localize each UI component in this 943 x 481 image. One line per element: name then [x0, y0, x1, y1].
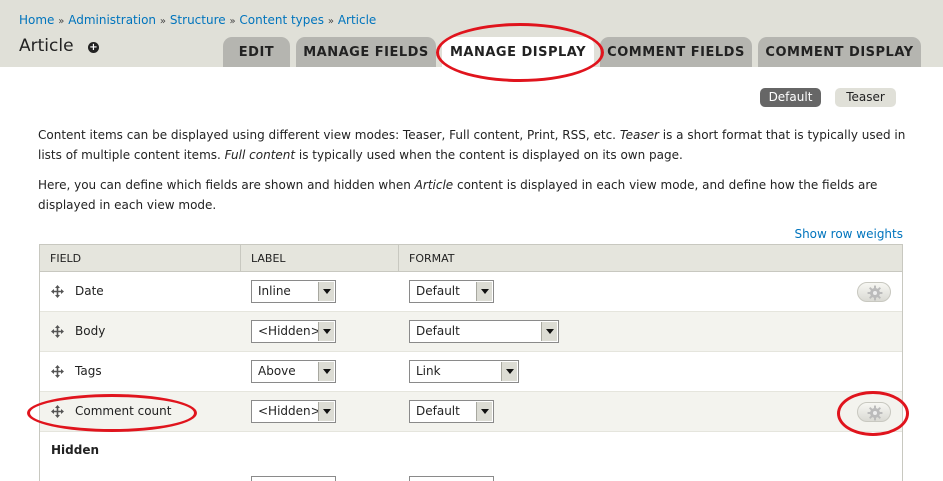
field-display-table: FIELD LABEL FORMAT Date Inline Default B…	[39, 244, 903, 481]
breadcrumb-separator: »	[229, 16, 236, 27]
settings-gear-button[interactable]	[857, 402, 891, 422]
chevron-down-icon	[501, 362, 517, 381]
breadcrumb-administration[interactable]: Administration	[68, 13, 156, 27]
select-value: Inline	[258, 284, 291, 298]
drag-handle-icon[interactable]	[51, 365, 64, 378]
column-header-label: LABEL	[240, 245, 398, 272]
chevron-down-icon	[318, 282, 334, 301]
gear-icon	[867, 405, 883, 421]
breadcrumb-separator: »	[159, 16, 166, 27]
chevron-down-icon	[318, 322, 334, 341]
format-select[interactable]	[409, 476, 494, 481]
description-emphasis: Teaser	[619, 128, 659, 142]
column-header-field: FIELD	[50, 252, 82, 265]
tab-edit[interactable]: EDIT	[223, 37, 290, 67]
format-select[interactable]: Default	[409, 280, 494, 303]
drag-handle-icon[interactable]	[51, 285, 64, 298]
description-emphasis: Full content	[224, 148, 296, 162]
field-name: Body	[75, 324, 106, 338]
select-value: Link	[416, 364, 441, 378]
field-name: Tags	[75, 364, 102, 378]
table-row: Body <Hidden> Default	[40, 312, 902, 352]
page-header: Home » Administration » Structure » Cont…	[0, 0, 943, 67]
breadcrumb: Home » Administration » Structure » Cont…	[19, 13, 376, 27]
show-row-weights-link[interactable]: Show row weights	[794, 227, 903, 241]
select-value: <Hidden>	[258, 404, 321, 418]
description-text: is typically used when the content is di…	[295, 148, 683, 162]
tab-manage-display[interactable]: MANAGE DISPLAY	[442, 37, 594, 67]
description-paragraph-2: Here, you can define which fields are sh…	[38, 175, 908, 215]
gear-icon	[867, 285, 883, 301]
chevron-down-icon	[476, 282, 492, 301]
breadcrumb-separator: »	[327, 16, 334, 27]
breadcrumb-separator: »	[58, 16, 65, 27]
view-mode-default[interactable]: Default	[760, 88, 821, 107]
label-select[interactable]: <Hidden>	[251, 400, 336, 423]
description-text: Content items can be displayed using dif…	[38, 128, 620, 142]
breadcrumb-content-types[interactable]: Content types	[239, 13, 324, 27]
tab-manage-fields[interactable]: MANAGE FIELDS	[296, 37, 436, 67]
drag-handle-icon[interactable]	[51, 405, 64, 418]
description-emphasis: Article	[414, 178, 454, 192]
table-header: FIELD LABEL FORMAT	[40, 245, 902, 272]
view-mode-teaser[interactable]: Teaser	[835, 88, 896, 107]
table-row: Date Inline Default	[40, 272, 902, 312]
field-name: Comment count	[75, 404, 172, 418]
chevron-down-icon	[318, 362, 334, 381]
tab-comment-display[interactable]: COMMENT DISPLAY	[758, 37, 921, 67]
label-select[interactable]: Inline	[251, 280, 336, 303]
table-row: Tags Above Link	[40, 352, 902, 392]
page-title: Article	[19, 36, 74, 56]
format-select[interactable]: Default	[409, 400, 494, 423]
label-select[interactable]: Above	[251, 360, 336, 383]
select-value: Above	[258, 364, 296, 378]
description-paragraph-1: Content items can be displayed using dif…	[38, 125, 908, 165]
table-row	[40, 466, 902, 481]
select-value: Default	[416, 284, 460, 298]
column-header-format: FORMAT	[398, 245, 698, 272]
chevron-down-icon	[476, 402, 492, 421]
format-select[interactable]: Default	[409, 320, 559, 343]
table-row: Comment count <Hidden> Default	[40, 392, 902, 432]
chevron-down-icon	[541, 322, 557, 341]
breadcrumb-article[interactable]: Article	[338, 13, 377, 27]
field-name: Date	[75, 284, 104, 298]
description-text: Here, you can define which fields are sh…	[38, 178, 415, 192]
breadcrumb-structure[interactable]: Structure	[170, 13, 226, 27]
breadcrumb-home[interactable]: Home	[19, 13, 54, 27]
label-select[interactable]	[251, 476, 336, 481]
add-shortcut-icon[interactable]: +	[88, 42, 99, 53]
select-value: <Hidden>	[258, 324, 321, 338]
hidden-section-row: Hidden	[40, 432, 902, 466]
select-value: Default	[416, 324, 460, 338]
chevron-down-icon	[318, 402, 334, 421]
drag-handle-icon[interactable]	[51, 325, 64, 338]
settings-gear-button[interactable]	[857, 282, 891, 302]
label-select[interactable]: <Hidden>	[251, 320, 336, 343]
format-select[interactable]: Link	[409, 360, 519, 383]
hidden-section-title: Hidden	[51, 443, 100, 457]
tab-comment-fields[interactable]: COMMENT FIELDS	[600, 37, 752, 67]
select-value: Default	[416, 404, 460, 418]
